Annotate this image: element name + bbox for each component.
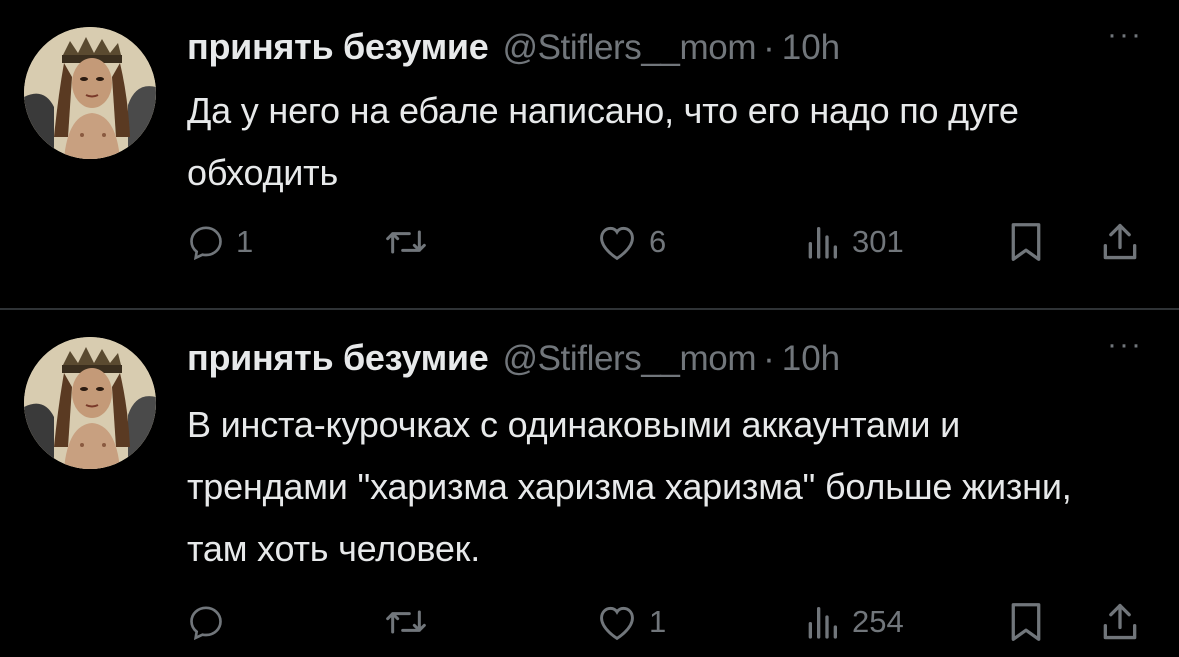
- display-name[interactable]: принять безумие: [187, 26, 489, 68]
- view-count: 301: [852, 224, 904, 259]
- share-button[interactable]: [1098, 597, 1142, 647]
- tweet[interactable]: принять безумие @Stiflers__mom · 10h ···…: [0, 310, 1179, 657]
- like-button[interactable]: 1: [595, 597, 666, 647]
- more-options-icon[interactable]: ···: [1107, 330, 1143, 360]
- timestamp[interactable]: 10h: [782, 339, 840, 379]
- tweet-text: В инста-курочках с одинаковыми аккаунтам…: [187, 404, 1072, 569]
- views-button[interactable]: 254: [802, 597, 904, 647]
- tweet[interactable]: принять безумие @Stiflers__mom · 10h ···…: [0, 0, 1179, 308]
- user-handle[interactable]: @Stiflers__mom: [502, 28, 756, 68]
- share-button[interactable]: [1098, 217, 1142, 267]
- avatar[interactable]: [24, 27, 156, 159]
- user-handle[interactable]: @Stiflers__mom: [502, 339, 756, 379]
- repost-icon: [386, 230, 426, 254]
- like-count: 6: [649, 224, 667, 259]
- reply-button[interactable]: 1: [186, 217, 253, 267]
- repost-button[interactable]: [382, 217, 440, 267]
- action-bar: 1 6 301: [0, 217, 1179, 267]
- like-count: 1: [649, 604, 667, 639]
- share-icon: [1103, 223, 1137, 260]
- bookmark-icon: [1011, 603, 1041, 641]
- action-bar: 1 254: [0, 597, 1179, 647]
- views-icon: [808, 227, 837, 259]
- view-count: 254: [852, 604, 904, 639]
- repost-button[interactable]: [382, 597, 440, 647]
- like-button[interactable]: 6: [595, 217, 666, 267]
- views-icon: [808, 607, 837, 639]
- display-name[interactable]: принять безумие: [187, 337, 489, 379]
- tweet-header: принять безумие @Stiflers__mom · 10h: [187, 26, 840, 70]
- avatar-portrait-image: [24, 337, 156, 469]
- reply-button[interactable]: [186, 597, 236, 647]
- views-button[interactable]: 301: [802, 217, 904, 267]
- like-icon: [600, 226, 634, 261]
- reply-icon: [190, 606, 222, 641]
- reply-icon: [190, 226, 222, 261]
- more-options-icon[interactable]: ···: [1107, 20, 1143, 50]
- share-icon: [1103, 603, 1137, 640]
- avatar-portrait-image: [24, 27, 156, 159]
- repost-icon: [386, 610, 426, 634]
- tweet-text: Да у него на ебале написано, что его над…: [187, 90, 1019, 193]
- timestamp[interactable]: 10h: [782, 28, 840, 68]
- separator-dot: ·: [763, 28, 775, 67]
- like-icon: [600, 606, 634, 641]
- bookmark-icon: [1011, 223, 1041, 261]
- tweet-header: принять безумие @Stiflers__mom · 10h: [187, 337, 840, 381]
- separator-dot: ·: [763, 339, 775, 378]
- avatar[interactable]: [24, 337, 156, 469]
- reply-count: 1: [236, 224, 254, 259]
- bookmark-button[interactable]: [1006, 597, 1046, 647]
- bookmark-button[interactable]: [1006, 217, 1046, 267]
